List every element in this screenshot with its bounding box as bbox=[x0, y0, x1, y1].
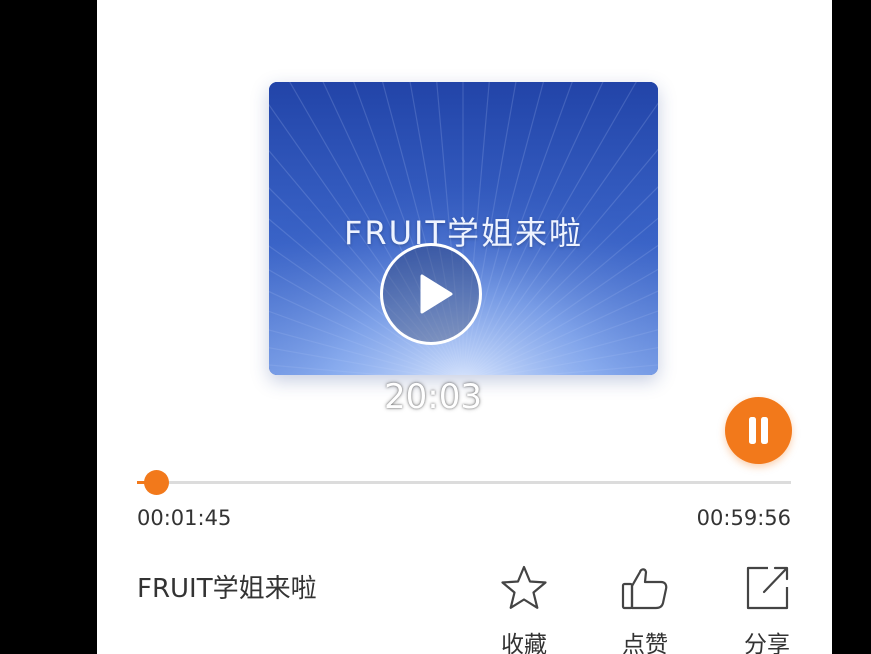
elapsed-time: 00:01:45 bbox=[137, 506, 232, 530]
share-button[interactable]: 分享 bbox=[727, 563, 807, 654]
track-title: FRUIT学姐来啦 bbox=[137, 574, 317, 604]
share-icon bbox=[746, 566, 789, 610]
progress-track[interactable] bbox=[137, 481, 791, 484]
share-label: 分享 bbox=[744, 632, 790, 654]
favorite-button[interactable]: 收藏 bbox=[484, 563, 564, 654]
favorite-label: 收藏 bbox=[501, 632, 547, 654]
play-button[interactable] bbox=[380, 243, 482, 345]
thumbs-up-icon bbox=[621, 568, 668, 610]
duration-overlay: 20:03 bbox=[384, 377, 482, 417]
like-button[interactable]: 点赞 bbox=[605, 563, 685, 654]
progress-knob[interactable] bbox=[143, 470, 169, 495]
left-letterbox bbox=[0, 0, 97, 654]
right-letterbox bbox=[832, 0, 871, 654]
like-label: 点赞 bbox=[622, 632, 668, 654]
play-icon bbox=[420, 274, 453, 314]
player-screen: FRUIT学姐来啦 20:03 00:01:45 00:59:56 FRUIT学… bbox=[97, 0, 832, 654]
total-time: 00:59:56 bbox=[696, 506, 791, 530]
pause-button[interactable] bbox=[725, 397, 792, 464]
pause-icon bbox=[749, 417, 768, 444]
star-icon bbox=[501, 565, 547, 609]
